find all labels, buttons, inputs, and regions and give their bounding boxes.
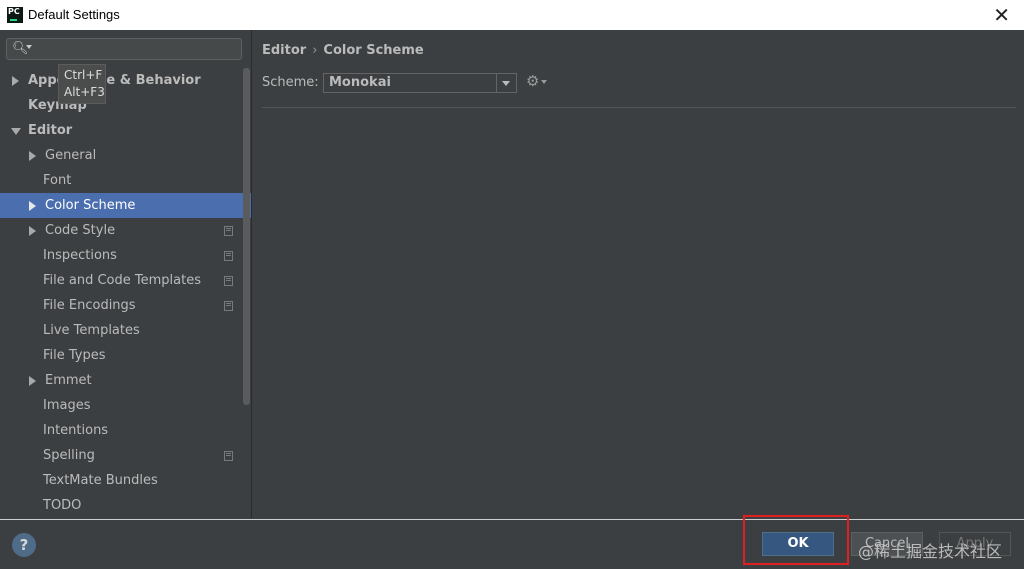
search-shortcut-tooltip: Ctrl+F Alt+F3 [58,64,106,104]
window-title: Default Settings [28,7,120,22]
chevron-right-icon[interactable] [29,226,36,236]
sidebar-item-label: Live Templates [43,323,140,338]
sidebar-scrollbar[interactable] [243,68,250,405]
sidebar-item-label: File Types [43,348,106,363]
sidebar-item-label: File Encodings [43,298,136,313]
tooltip-line-1: Ctrl+F [64,68,103,82]
sidebar-item-label: Appearance & Behavior [28,73,201,88]
sidebar-item-inspections[interactable]: Inspections [0,243,251,268]
scheme-label: Scheme: [262,75,319,90]
scheme-dropdown-value: Monokai [329,75,391,90]
sidebar-item-color-scheme[interactable]: Color Scheme [0,193,251,218]
breadcrumb-current: Color Scheme [323,43,424,58]
title-bar: PC Default Settings ✕ [0,0,1024,30]
chevron-right-icon[interactable] [29,201,36,211]
sidebar-item-file-and-code-templates[interactable]: File and Code Templates [0,268,251,293]
sidebar-item-images[interactable]: Images [0,393,251,418]
sidebar-item-general[interactable]: General [0,143,251,168]
sidebar-item-label: Spelling [43,448,95,463]
sidebar-item-label: Intentions [43,423,109,438]
sidebar-item-textmate-bundles[interactable]: TextMate Bundles [0,468,251,493]
sidebar-item-label: Font [43,173,72,188]
help-icon[interactable]: ? [12,533,36,557]
sidebar-item-code-style[interactable]: Code Style [0,218,251,243]
project-copy-icon [224,276,233,286]
gear-icon[interactable]: ⚙ [526,72,539,90]
close-icon[interactable]: ✕ [993,3,1010,27]
breadcrumb: Editor › Color Scheme [262,43,424,58]
chevron-down-icon[interactable] [11,128,21,135]
sidebar-item-font[interactable]: Font [0,168,251,193]
ok-button[interactable]: OK [762,532,834,556]
breadcrumb-parent[interactable]: Editor [262,43,306,58]
project-copy-icon [224,451,233,461]
tooltip-line-2: Alt+F3 [64,85,105,99]
dialog-button-bar: ? OK Cancel Apply @稀土掘金技术社区 [0,515,1024,569]
scheme-dropdown[interactable]: Monokai [323,73,517,93]
breadcrumb-separator-icon: › [312,43,318,58]
sidebar-item-spelling[interactable]: Spelling [0,443,251,468]
pycharm-app-icon: PC [7,7,23,23]
sidebar-item-label: Images [43,398,91,413]
search-options-caret-icon[interactable] [26,45,32,49]
sidebar-item-intentions[interactable]: Intentions [0,418,251,443]
project-copy-icon [224,226,233,236]
sidebar-item-emmet[interactable]: Emmet [0,368,251,393]
chevron-right-icon[interactable] [29,151,36,161]
chevron-right-icon[interactable] [12,76,19,86]
sidebar-item-label: Emmet [45,373,92,388]
settings-sidebar: 🔍︎ Ctrl+F Alt+F3 Appearance & Behavior Ke… [0,30,252,518]
sidebar-item-live-templates[interactable]: Live Templates [0,318,251,343]
divider [262,107,1016,108]
project-copy-icon [224,251,233,261]
project-copy-icon [224,301,233,311]
chevron-right-icon[interactable] [29,376,36,386]
chevron-down-icon[interactable] [496,74,516,92]
sidebar-item-label: TextMate Bundles [43,473,158,488]
sidebar-item-file-types[interactable]: File Types [0,343,251,368]
sidebar-item-todo[interactable]: TODO [0,493,251,518]
gear-menu-caret-icon[interactable] [541,80,547,84]
watermark: @稀土掘金技术社区 [858,542,1003,561]
sidebar-item-keymap[interactable]: Keymap [0,93,251,118]
sidebar-item-label: Code Style [45,223,116,238]
search-input[interactable]: 🔍︎ [6,38,242,60]
sidebar-item-label: File and Code Templates [43,273,201,288]
sidebar-item-file-encodings[interactable]: File Encodings [0,293,251,318]
sidebar-item-label: TODO [43,498,82,513]
sidebar-item-label: Inspections [43,248,117,263]
sidebar-item-editor[interactable]: Editor [0,118,251,143]
sidebar-item-label: General [45,148,97,163]
sidebar-item-label: Editor [28,123,73,138]
sidebar-item-appearance-behavior[interactable]: Appearance & Behavior [0,68,251,93]
sidebar-item-label: Color Scheme [45,198,136,213]
